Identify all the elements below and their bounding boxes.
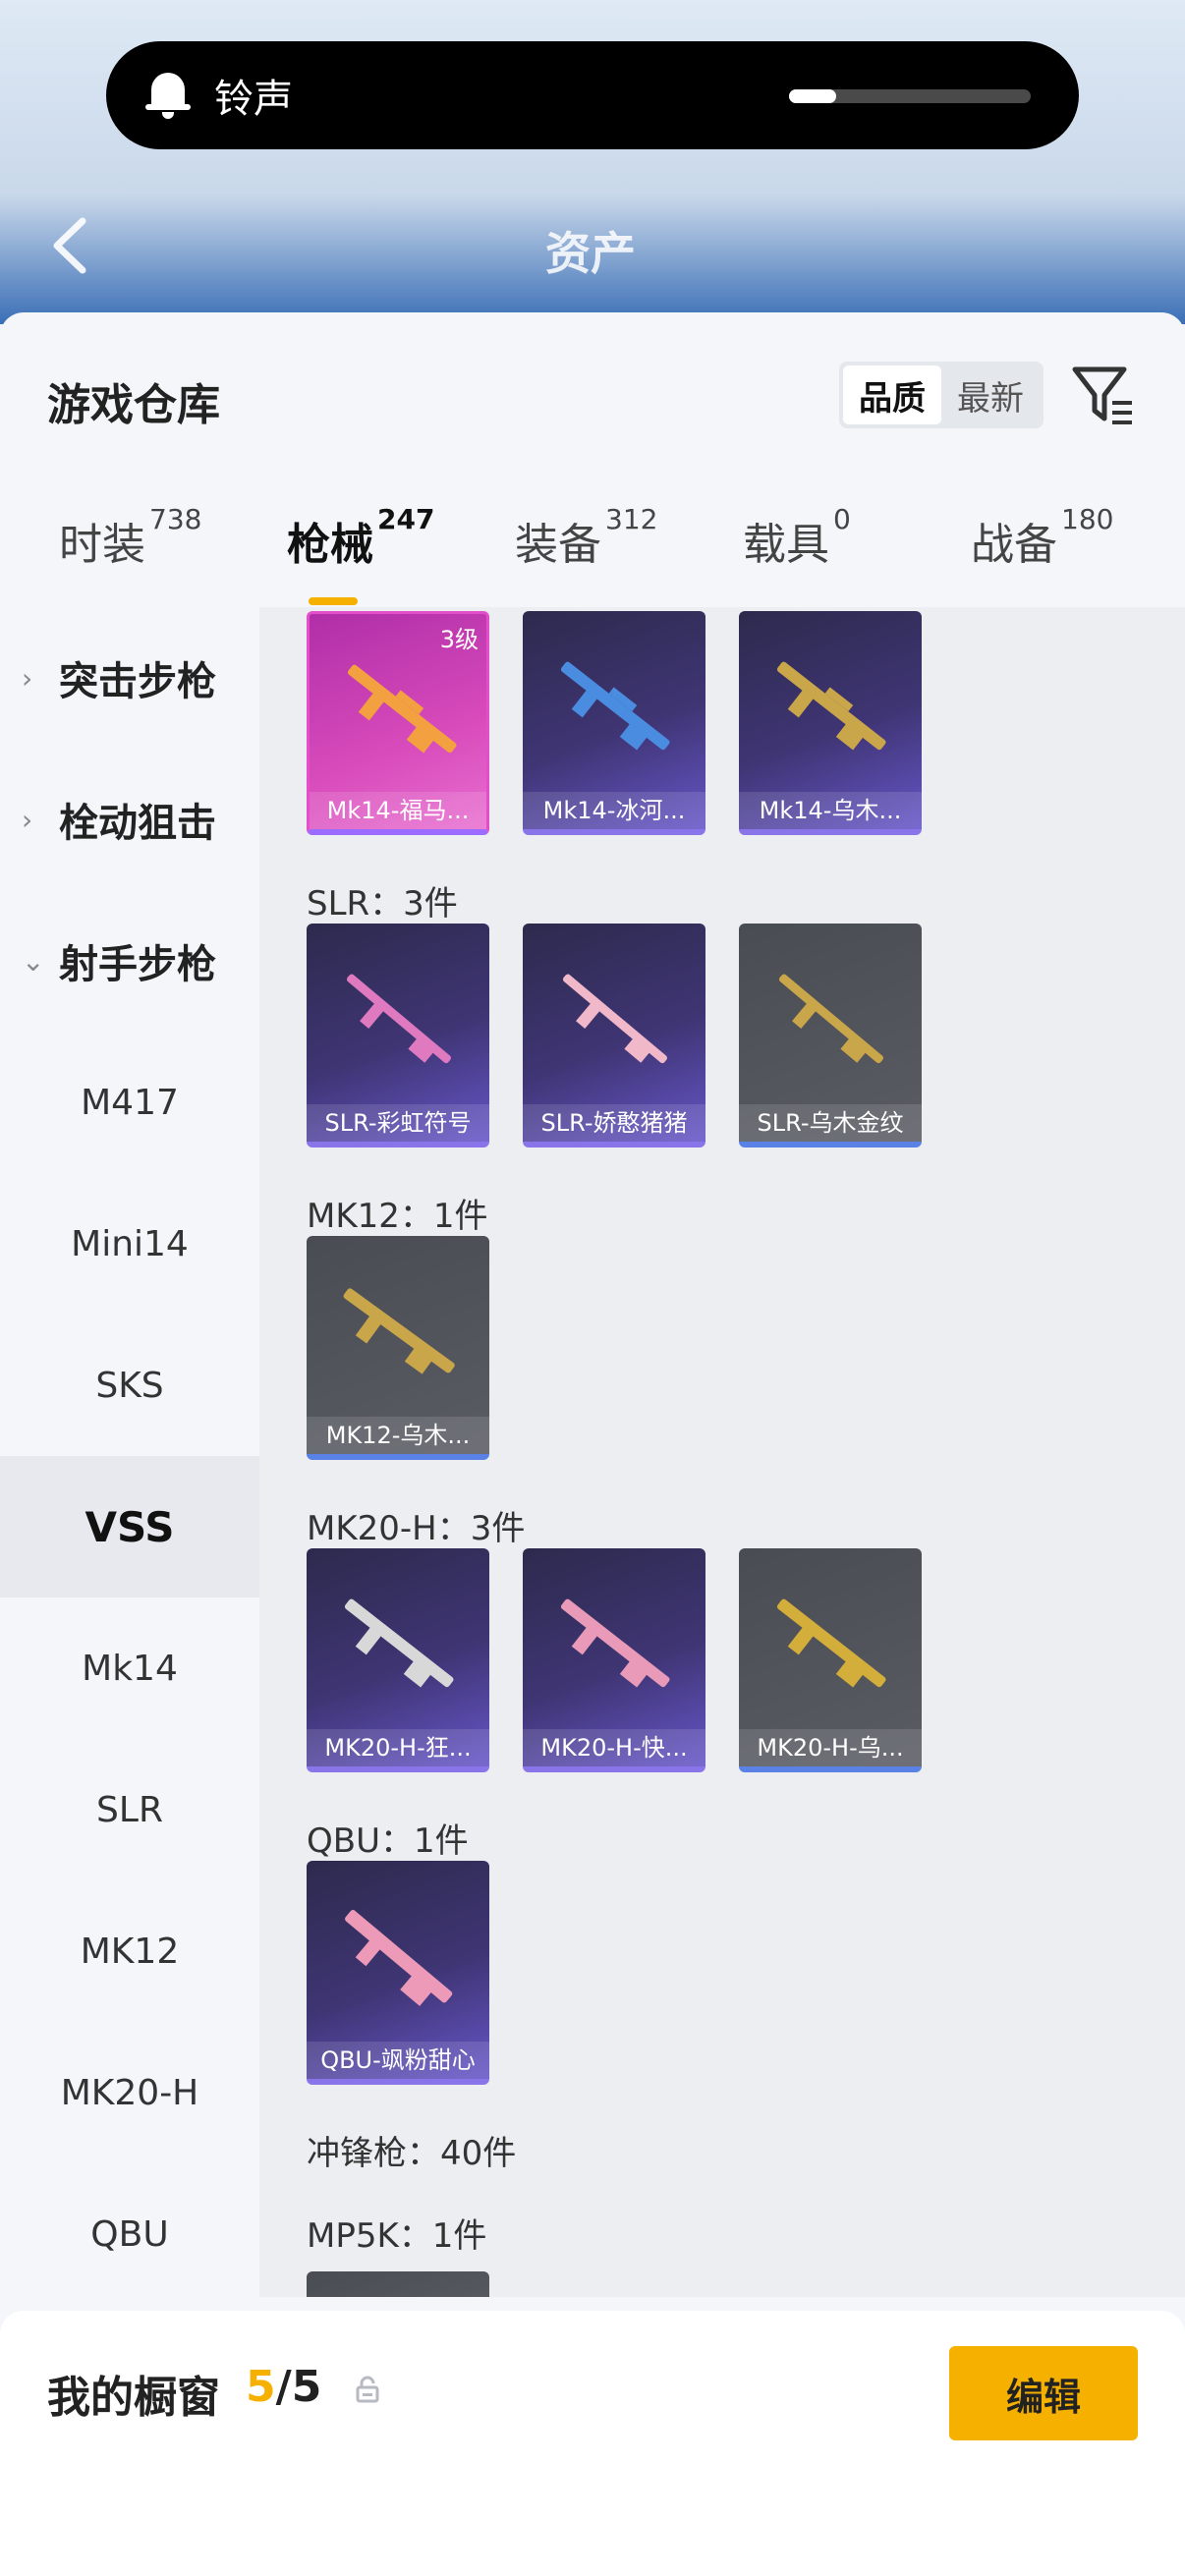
- section-label-mk12: MK12：1件: [307, 1197, 488, 1236]
- section-label-qbu: QBU：1件: [307, 1821, 469, 1861]
- sort-option-quality[interactable]: 品质: [843, 365, 941, 424]
- page-title: 资产: [545, 227, 636, 280]
- item-name: SLR-娇憨猪猪: [523, 1104, 705, 1142]
- rifle-icon: [776, 661, 886, 751]
- item-card[interactable]: SLR-彩虹符号: [307, 924, 489, 1148]
- section-label-smg: 冲锋枪：40件: [307, 2134, 517, 2173]
- item-name: SLR-乌木金纹: [739, 1104, 922, 1142]
- tab-supplies[interactable]: 战备180: [971, 503, 1113, 572]
- side-item-vss[interactable]: VSS: [0, 1456, 259, 1597]
- showcase-label: 我的橱窗: [47, 2373, 220, 2423]
- chevron-right-icon: ›: [22, 804, 33, 836]
- item-card[interactable]: 3级 Mk14-福马...: [307, 611, 489, 835]
- side-item-mini14[interactable]: Mini14: [0, 1173, 259, 1315]
- lock-icon: [354, 2376, 381, 2403]
- sort-toggle: 品质 最新: [839, 362, 1044, 428]
- rifle-icon: [347, 664, 457, 754]
- item-card[interactable]: QBU-飒粉甜心: [307, 1861, 489, 2085]
- item-name: MK20-H-乌...: [739, 1729, 922, 1766]
- item-card[interactable]: MK20-H-狂...: [307, 1548, 489, 1772]
- volume-fill: [789, 89, 836, 103]
- item-card[interactable]: MK20-H-乌...: [739, 1548, 922, 1772]
- item-name: QBU-飒粉甜心: [307, 2042, 489, 2079]
- item-card[interactable]: Mk14-乌木...: [739, 611, 922, 835]
- side-item-assault-rifle[interactable]: › 突击步枪: [0, 607, 259, 749]
- rifle-icon: [344, 1598, 454, 1688]
- rifle-icon: [345, 1910, 453, 2006]
- section-label-slr: SLR：3件: [307, 884, 458, 924]
- ringtone-label: 铃声: [214, 77, 293, 122]
- item-name: Mk14-乌木...: [739, 792, 922, 829]
- side-item-bolt-sniper[interactable]: › 栓动狙击: [0, 749, 259, 890]
- item-card[interactable]: Mk14-冰河...: [523, 611, 705, 835]
- side-item-m417[interactable]: M417: [0, 1032, 259, 1173]
- rifle-icon: [778, 974, 883, 1064]
- chevron-down-icon: ⌄: [22, 945, 45, 978]
- item-card[interactable]: SLR-乌木金纹: [739, 924, 922, 1148]
- back-arrow-icon[interactable]: [43, 211, 96, 280]
- rifle-icon: [343, 1288, 455, 1374]
- showcase-bar: 我的橱窗 5/5 编辑: [0, 2311, 1185, 2576]
- warehouse-sheet: 游戏仓库 品质 最新 时装738 枪械247 装备312 载具0 战备180 ›…: [0, 312, 1185, 2576]
- weapon-category-menu: › 突击步枪 › 栓动狙击 ⌄ 射手步枪 M417 Mini14 SKS VSS…: [0, 607, 259, 2297]
- section-label-mp5k: MP5K：1件: [307, 2216, 487, 2256]
- side-item-slr[interactable]: SLR: [0, 1739, 259, 1880]
- rifle-icon: [560, 661, 670, 751]
- edit-button[interactable]: 编辑: [949, 2346, 1138, 2440]
- item-name: Mk14-福马...: [310, 792, 486, 829]
- rifle-icon: [562, 974, 667, 1064]
- item-name: MK20-H-狂...: [307, 1729, 489, 1766]
- item-name: MK12-乌木...: [307, 1417, 489, 1454]
- side-item-mk20h[interactable]: MK20-H: [0, 2022, 259, 2163]
- item-card[interactable]: SLR-娇憨猪猪: [523, 924, 705, 1148]
- side-item-sks[interactable]: SKS: [0, 1315, 259, 1456]
- item-name: MK20-H-快...: [523, 1729, 705, 1766]
- section-label-mk20h: MK20-H：3件: [307, 1509, 526, 1548]
- active-tab-indicator: [309, 597, 358, 605]
- rifle-icon: [346, 974, 451, 1064]
- item-card-partial[interactable]: [307, 2271, 489, 2297]
- side-item-marksman-rifle[interactable]: ⌄ 射手步枪: [0, 890, 259, 1032]
- sort-option-latest[interactable]: 最新: [941, 365, 1040, 424]
- rifle-icon: [776, 1598, 886, 1688]
- item-grid: 3级 Mk14-福马... Mk14-冰河... Mk14-乌木... SLR：…: [259, 607, 1185, 2297]
- rifle-icon: [560, 1598, 670, 1688]
- item-name: Mk14-冰河...: [523, 792, 705, 829]
- tab-weapons[interactable]: 枪械247: [287, 503, 434, 572]
- side-item-mk14[interactable]: Mk14: [0, 1597, 259, 1739]
- blurred-stats-row: [49, 147, 1136, 187]
- item-card[interactable]: MK12-乌木...: [307, 1236, 489, 1460]
- tab-equipment[interactable]: 装备312: [515, 503, 657, 572]
- ringtone-notification: 铃声: [106, 41, 1079, 149]
- filter-icon[interactable]: [1071, 362, 1136, 430]
- bell-icon: [145, 71, 191, 120]
- chevron-right-icon: ›: [22, 662, 33, 695]
- side-item-qbu[interactable]: QBU: [0, 2163, 259, 2305]
- tab-fashion[interactable]: 时装738: [59, 503, 201, 572]
- item-card[interactable]: MK20-H-快...: [523, 1548, 705, 1772]
- showcase-count: 5/5: [246, 2362, 322, 2412]
- category-tabs: 时装738 枪械247 装备312 载具0 战备180: [0, 503, 1185, 607]
- tab-vehicles[interactable]: 载具0: [743, 503, 851, 572]
- item-name: SLR-彩虹符号: [307, 1104, 489, 1142]
- sheet-title: 游戏仓库: [47, 380, 220, 430]
- volume-slider[interactable]: [789, 89, 1031, 103]
- side-item-mk12[interactable]: MK12: [0, 1880, 259, 2022]
- item-level: 3级: [439, 626, 479, 653]
